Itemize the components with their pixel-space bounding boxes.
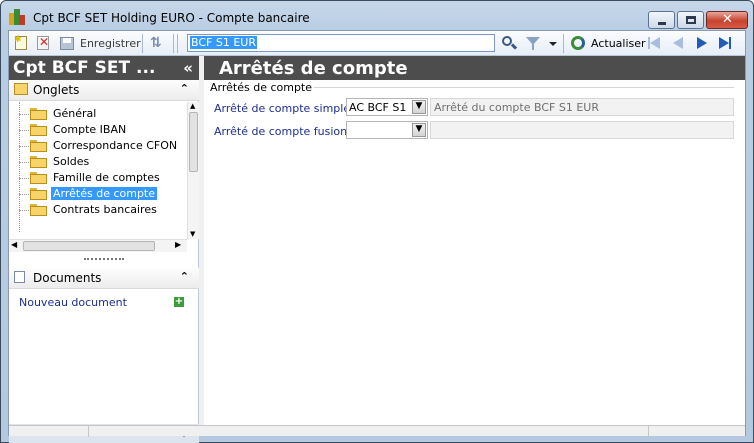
merged-closing-label: Arrêté de compte fusionné bbox=[214, 125, 361, 138]
tab-tree-item-label: Famille de comptes bbox=[53, 171, 160, 184]
page-title: Arrêtés de compte bbox=[204, 56, 745, 80]
filter-icon[interactable] bbox=[525, 35, 541, 51]
app-icon bbox=[9, 9, 25, 25]
tab-tree-item[interactable]: Soldes bbox=[9, 154, 187, 170]
minimize-icon bbox=[658, 22, 666, 25]
tree-vertical-scrollbar[interactable]: ▲ ▼ bbox=[187, 102, 199, 239]
folder-icon bbox=[30, 188, 47, 200]
tab-tree-item[interactable]: Famille de comptes bbox=[9, 170, 187, 186]
folder-icon bbox=[30, 108, 47, 120]
first-icon[interactable] bbox=[646, 35, 662, 51]
tab-tree-item[interactable]: Correspondance CFON bbox=[9, 138, 187, 154]
collapse-pane-icon[interactable]: « bbox=[183, 59, 193, 77]
record-title: Cpt BCF SET ... bbox=[13, 58, 156, 78]
maximize-button[interactable] bbox=[677, 11, 704, 29]
delete-icon[interactable]: ✕ bbox=[35, 35, 51, 51]
add-document-icon[interactable]: + bbox=[174, 297, 184, 307]
minimize-button[interactable] bbox=[648, 11, 675, 29]
tab-tree-item-label: Correspondance CFON bbox=[53, 139, 178, 152]
merged-closing-description bbox=[430, 121, 734, 139]
chevron-down-icon[interactable]: ▼ bbox=[412, 123, 426, 137]
previous-icon[interactable] bbox=[670, 35, 686, 51]
new-icon[interactable]: ✱ bbox=[13, 35, 29, 51]
toolbar: ✱ ✕ Enregistrer ⇅ BCF S1 EUR Actualiser bbox=[9, 31, 745, 56]
left-pane: Cpt BCF SET ... « Onglets ⌃ Général Compt… bbox=[9, 56, 199, 443]
search-icon[interactable] bbox=[501, 35, 518, 51]
tab-tree-item[interactable]: Contrats bancaires bbox=[9, 202, 187, 218]
tab-tree-item[interactable]: Compte IBAN bbox=[9, 122, 187, 138]
new-document-link[interactable]: Nouveau document bbox=[19, 296, 127, 309]
chevron-up-icon[interactable]: ⌃ bbox=[180, 82, 189, 95]
close-button[interactable]: ✕ bbox=[706, 11, 748, 29]
folder-icon bbox=[14, 83, 28, 95]
simple-closing-description-text: Arrêté du compte BCF S1 EUR bbox=[434, 101, 599, 114]
folder-icon bbox=[30, 124, 47, 136]
status-cell bbox=[649, 426, 745, 437]
simple-closing-select[interactable]: AC BCF S1 ▼ bbox=[346, 98, 428, 116]
last-icon[interactable] bbox=[717, 35, 733, 51]
status-bar bbox=[9, 425, 745, 437]
search-input[interactable]: BCF S1 EUR bbox=[187, 34, 495, 52]
search-input-value: BCF S1 EUR bbox=[190, 36, 257, 49]
simple-closing-value: AC BCF S1 bbox=[349, 101, 407, 114]
close-icon: ✕ bbox=[722, 12, 733, 27]
chevron-down-icon[interactable]: ▼ bbox=[412, 100, 426, 114]
simple-closing-label: Arrêté de compte simple bbox=[214, 102, 351, 115]
group-label: Arrêtés de compte bbox=[208, 81, 315, 94]
sync-icon[interactable]: ⇅ bbox=[149, 35, 165, 51]
folder-icon bbox=[30, 172, 47, 184]
status-cell bbox=[9, 426, 89, 437]
tabs-section-label: Onglets bbox=[33, 83, 80, 97]
tree-horizontal-scrollbar[interactable]: ◀ ▶ bbox=[9, 239, 187, 252]
window-title: Cpt BCF SET Holding EURO - Compte bancai… bbox=[33, 11, 310, 25]
tabs-tree: Général Compte IBAN Correspondance CFON Sol… bbox=[9, 102, 187, 239]
refresh-button[interactable]: Actualiser bbox=[591, 37, 646, 50]
merged-closing-select[interactable]: ▼ bbox=[346, 121, 428, 139]
save-button[interactable]: Enregistrer bbox=[80, 37, 141, 50]
dropdown-icon[interactable] bbox=[546, 35, 562, 51]
tab-tree-item-label: Arrêtés de compte bbox=[51, 187, 158, 200]
client-area: ✱ ✕ Enregistrer ⇅ BCF S1 EUR Actualiser … bbox=[8, 30, 746, 443]
tabs-section-header[interactable]: Onglets ⌃ bbox=[9, 80, 199, 101]
chevron-up-icon[interactable]: ⌃ bbox=[180, 270, 189, 283]
tab-tree-item-label: Compte IBAN bbox=[53, 123, 127, 136]
save-icon[interactable] bbox=[59, 35, 75, 51]
folder-icon bbox=[30, 156, 47, 168]
tab-tree-item-label: Général bbox=[53, 107, 97, 120]
title-bar[interactable]: Cpt BCF SET Holding EURO - Compte bancai… bbox=[1, 1, 753, 31]
folder-icon bbox=[30, 140, 47, 152]
tab-tree-item[interactable]: Arrêtés de compte bbox=[9, 186, 187, 202]
next-icon[interactable] bbox=[694, 35, 710, 51]
right-pane: Arrêtés de compte Arrêtés de compte Arrê… bbox=[204, 56, 745, 426]
document-icon bbox=[14, 271, 25, 283]
tab-tree-item-label: Soldes bbox=[53, 155, 90, 168]
folder-icon bbox=[30, 204, 47, 216]
left-pane-title: Cpt BCF SET ... « bbox=[9, 56, 199, 80]
refresh-icon[interactable] bbox=[570, 35, 586, 51]
maximize-icon bbox=[686, 16, 696, 24]
pane-splitter[interactable] bbox=[9, 256, 199, 262]
status-cell bbox=[89, 426, 649, 437]
simple-closing-description: Arrêté du compte BCF S1 EUR bbox=[430, 98, 734, 116]
tab-tree-item-label: Contrats bancaires bbox=[53, 203, 157, 216]
application-window: Cpt BCF SET Holding EURO - Compte bancai… bbox=[0, 0, 754, 443]
tab-tree-item[interactable]: Général bbox=[9, 106, 187, 122]
documents-section-label: Documents bbox=[33, 271, 102, 285]
documents-section-header[interactable]: Documents ⌃ bbox=[9, 268, 199, 289]
